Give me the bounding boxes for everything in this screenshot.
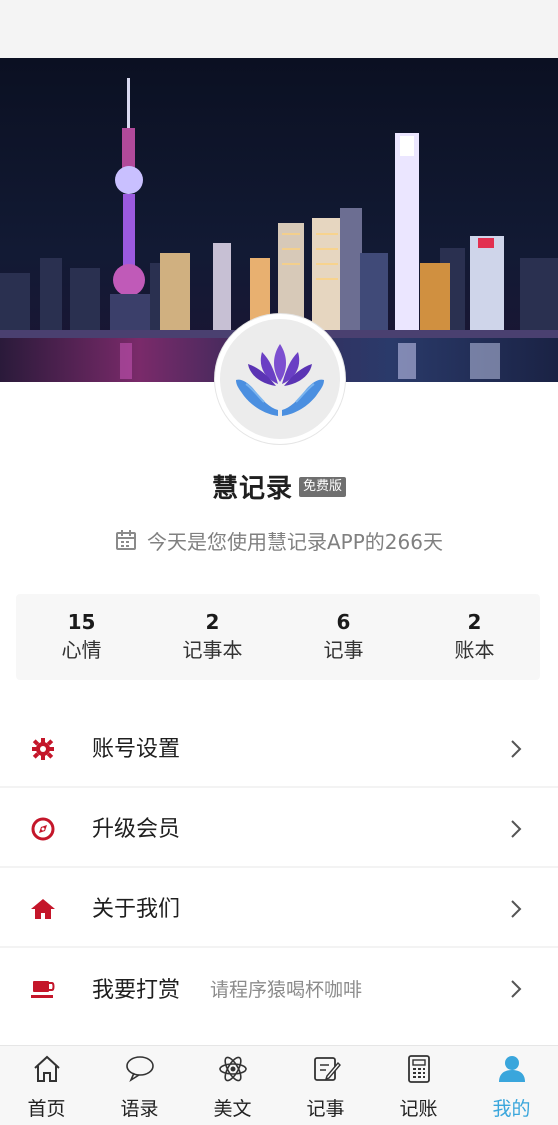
stat-notebooks[interactable]: 2 记事本 (147, 609, 278, 665)
usage-text: 今天是您使用慧记录APP的266天 (147, 529, 443, 554)
lotus-hands-icon (236, 344, 324, 416)
stat-notes[interactable]: 6 记事 (278, 609, 409, 665)
stat-ledgers[interactable]: 2 账本 (409, 609, 540, 665)
menu-subtitle: 请程序猿喝杯咖啡 (210, 978, 363, 1001)
stats-panel: 15 心情 2 记事本 6 记事 2 账本 (16, 594, 540, 680)
menu-label: 我要打赏 (92, 978, 181, 1003)
stat-mood[interactable]: 15 心情 (16, 609, 147, 665)
tab-home[interactable]: 首页 (0, 1046, 93, 1125)
stat-value: 2 (205, 610, 220, 634)
menu-item-upgrade-member[interactable]: 升级会员 (0, 788, 558, 868)
chevron-right-icon (511, 900, 522, 918)
tab-label: 首页 (27, 1098, 66, 1120)
bottom-tab-bar: 首页 语录 美文 记事 记账 我的 (0, 1045, 558, 1125)
note-edit-icon (314, 1057, 341, 1081)
app-name-row: 慧记录 免费版 (0, 468, 558, 504)
status-bar (0, 0, 558, 58)
menu-label: 关于我们 (92, 897, 181, 922)
tab-profile[interactable]: 我的 (465, 1046, 558, 1125)
stat-value: 2 (467, 610, 482, 634)
tab-label: 语录 (120, 1098, 159, 1120)
menu-label: 账号设置 (92, 737, 181, 762)
profile-page: 慧记录 免费版 今天是您使用慧记录APP的266天 15 心情 2 记事本 6 … (0, 0, 558, 1125)
user-icon (499, 1056, 525, 1082)
tab-label: 记账 (399, 1098, 438, 1120)
chevron-right-icon (511, 740, 522, 758)
edition-badge: 免费版 (299, 477, 347, 497)
stat-value: 6 (336, 610, 351, 634)
menu-item-about-us[interactable]: 关于我们 (0, 868, 558, 948)
tab-label: 我的 (492, 1098, 531, 1120)
tab-label: 记事 (306, 1098, 345, 1120)
gear-icon (32, 738, 54, 760)
coffee-icon (31, 981, 55, 998)
compass-icon (31, 817, 55, 841)
chevron-right-icon (511, 820, 522, 838)
home-icon (31, 899, 55, 919)
app-logo-avatar[interactable] (215, 314, 345, 444)
menu-label: 升级会员 (92, 817, 181, 842)
calendar-icon (116, 530, 136, 550)
tab-label: 美文 (213, 1098, 252, 1120)
menu-item-account-settings[interactable]: 账号设置 (0, 708, 558, 788)
home-outline-icon (34, 1055, 60, 1082)
chat-bubble-icon (126, 1056, 154, 1083)
tab-notes[interactable]: 记事 (279, 1046, 372, 1125)
app-name: 慧记录 (211, 473, 293, 504)
menu-item-donate[interactable]: 我要打赏 请程序猿喝杯咖啡 (0, 948, 558, 1028)
calculator-icon (408, 1055, 430, 1083)
stat-label: 记事 (323, 638, 364, 662)
stat-value: 15 (67, 610, 96, 634)
tab-accounting[interactable]: 记账 (372, 1046, 465, 1125)
stat-label: 账本 (454, 638, 495, 662)
usage-info: 今天是您使用慧记录APP的266天 (0, 524, 558, 556)
chevron-right-icon (511, 980, 522, 998)
settings-menu: 账号设置 升级会员 关于我们 我要打赏 请程序猿喝杯咖啡 (0, 708, 558, 1028)
tab-quotes[interactable]: 语录 (93, 1046, 186, 1125)
tab-articles[interactable]: 美文 (186, 1046, 279, 1125)
atom-icon (219, 1056, 247, 1082)
stat-label: 心情 (61, 638, 102, 662)
stat-label: 记事本 (182, 638, 243, 662)
